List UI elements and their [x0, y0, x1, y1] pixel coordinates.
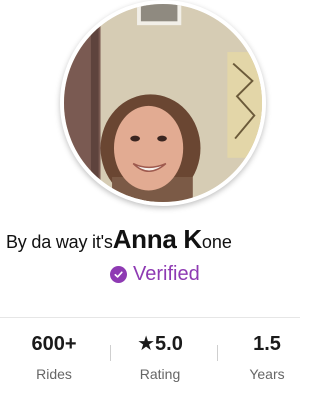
- stat-rating: ★5.0 Rating: [124, 332, 196, 382]
- stat-value: 600+: [31, 333, 77, 355]
- driver-name: By da way it's Anna K one: [6, 224, 232, 255]
- driver-profile-page: By da way it's Anna K one Verified 600+ …: [0, 0, 300, 400]
- verified-label: Verified: [133, 263, 200, 285]
- stat-label: Rating: [139, 366, 181, 382]
- name-prefix: By da way it's: [6, 232, 113, 252]
- verified-badge: Verified: [110, 263, 200, 286]
- check-badge-icon: [110, 266, 127, 283]
- stats-divider: [0, 317, 300, 318]
- stat-label: Years: [249, 366, 285, 382]
- stat-separator: [217, 345, 218, 361]
- profile-photo: [64, 4, 262, 202]
- stat-years: 1.5 Years: [238, 332, 296, 382]
- stat-rides: 600+ Rides: [18, 332, 90, 382]
- stats-row: 600+ Rides ★5.0 Rating 1.5 Years: [0, 332, 300, 392]
- stat-value: 1.5: [253, 333, 281, 355]
- name-suffix: one: [201, 232, 232, 252]
- name-main: Anna K: [112, 224, 203, 254]
- stat-label: Rides: [36, 366, 72, 382]
- profile-avatar: [60, 0, 266, 206]
- stat-separator: [110, 345, 111, 361]
- stat-value: ★5.0: [137, 333, 183, 355]
